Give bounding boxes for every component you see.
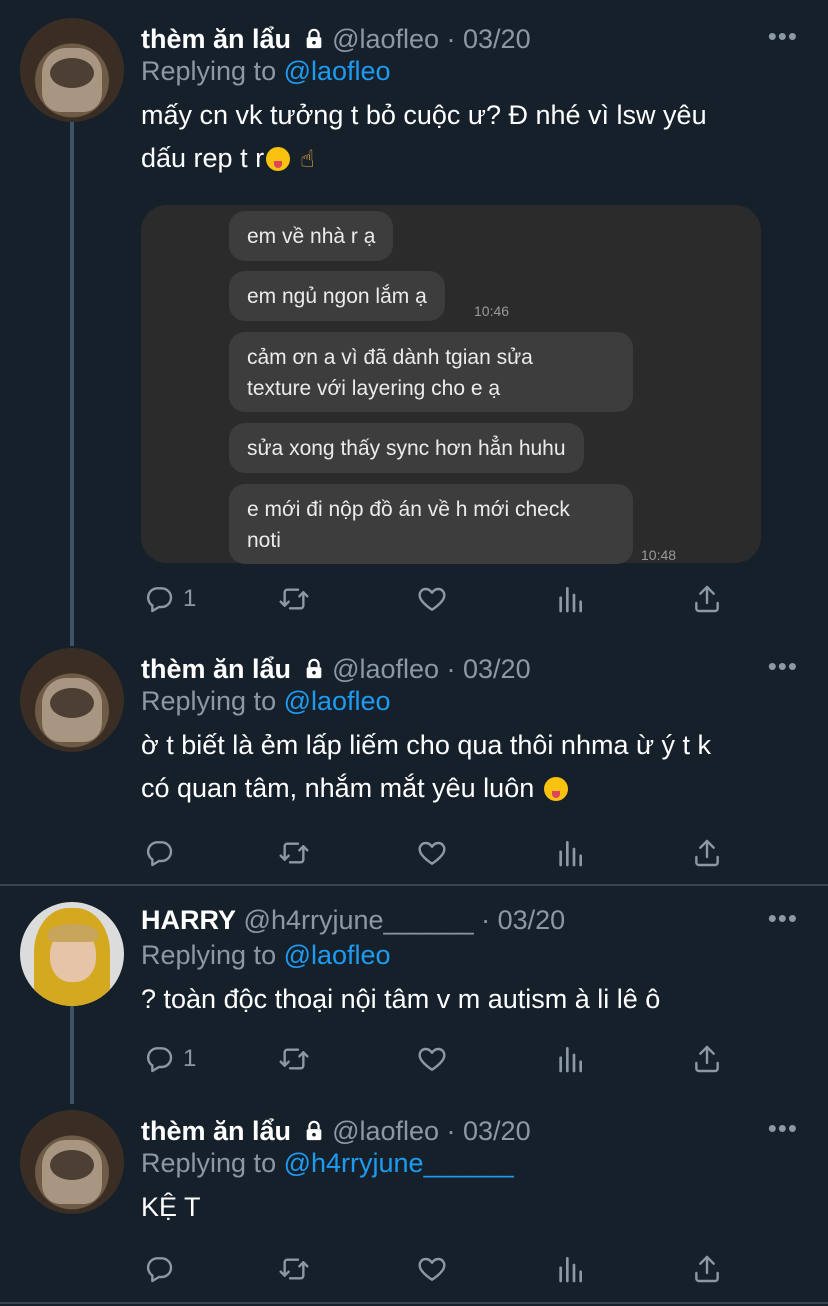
retweet-icon (278, 1043, 310, 1075)
display-name[interactable]: thèm ăn lẩu (141, 1116, 291, 1146)
share-button[interactable] (691, 1042, 723, 1076)
avatar[interactable] (20, 902, 124, 1006)
like-button[interactable] (416, 1042, 448, 1076)
mention-link[interactable]: @laofleo (284, 940, 391, 970)
divider (0, 884, 828, 886)
analytics-button[interactable] (554, 1042, 586, 1076)
analytics-icon (554, 1253, 586, 1285)
chat-bubble: em ngủ ngon lắm ạ (229, 271, 445, 321)
tweet-header: thèm ăn lẩu @laofleo · 03/20 (141, 22, 531, 56)
tweet-actions: 1 (141, 582, 741, 616)
reply-button[interactable] (143, 1252, 175, 1286)
replying-to: Replying to @laofleo (141, 686, 391, 716)
share-button[interactable] (691, 836, 723, 870)
like-icon (416, 583, 448, 615)
replying-to: Replying to @h4rryjune______ (141, 1148, 514, 1178)
more-icon[interactable]: ••• (768, 653, 798, 679)
like-icon (416, 837, 448, 869)
handle-date: @laofleo · 03/20 (332, 1116, 531, 1146)
chat-time: 10:48 (641, 547, 677, 563)
tweet-text: ? toàn độc thoại nội tâm v m autism à li… (141, 984, 661, 1014)
mention-link[interactable]: @h4rryjune______ (284, 1148, 514, 1178)
reply-icon (143, 1043, 175, 1075)
handle-date: @laofleo · 03/20 (332, 654, 531, 684)
reply-button[interactable] (143, 836, 175, 870)
avatar[interactable] (20, 18, 124, 122)
retweet-button[interactable] (278, 836, 310, 870)
reply-button[interactable]: 1 (143, 582, 196, 616)
tweet-actions (141, 1252, 741, 1286)
tweet-header: HARRY @h4rryjune______ · 03/20 (141, 903, 565, 937)
reply-button[interactable]: 1 (143, 1042, 196, 1076)
share-button[interactable] (691, 1252, 723, 1286)
retweet-button[interactable] (278, 582, 310, 616)
tweet-header: thèm ăn lẩu @laofleo · 03/20 (141, 1114, 531, 1148)
mention-link[interactable]: @laofleo (284, 686, 391, 716)
share-icon (691, 1043, 723, 1075)
reply-count: 1 (183, 1045, 197, 1072)
reply-count: 1 (183, 585, 197, 612)
thread-connector (70, 122, 74, 646)
share-button[interactable] (691, 582, 723, 616)
analytics-icon (554, 1043, 586, 1075)
tweet-actions (141, 836, 741, 870)
lock-icon (303, 1120, 325, 1142)
like-button[interactable] (416, 836, 448, 870)
retweet-icon (278, 583, 310, 615)
avatar[interactable] (20, 648, 124, 752)
analytics-button[interactable] (554, 1252, 586, 1286)
chat-bubble: sửa xong thấy sync hơn hẳn huhu (229, 423, 584, 473)
like-button[interactable] (416, 1252, 448, 1286)
reply-icon (143, 837, 175, 869)
attached-image[interactable]: em về nhà r ạ em ngủ ngon lắm ạ 10:46 cả… (141, 205, 761, 564)
analytics-icon (554, 837, 586, 869)
display-name[interactable]: HARRY (141, 905, 236, 935)
like-icon (416, 1253, 448, 1285)
analytics-button[interactable] (554, 836, 586, 870)
tweet-header: thèm ăn lẩu @laofleo · 03/20 (141, 652, 531, 686)
reply-icon (143, 1253, 175, 1285)
retweet-icon (278, 1253, 310, 1285)
share-icon (691, 583, 723, 615)
like-button[interactable] (416, 582, 448, 616)
reply-icon (143, 583, 175, 615)
tongue-emoji-icon (543, 777, 568, 801)
like-icon (416, 1043, 448, 1075)
pointing-up-emoji-icon: ☝ (300, 146, 315, 173)
tweet-text: ờ t biết là ẻm lấp liếm cho qua thôi nhm… (141, 730, 712, 803)
chat-bubble: e mới đi nộp đồ án về h mới check noti (229, 484, 633, 564)
retweet-button[interactable] (278, 1042, 310, 1076)
tweet-text: mấy cn vk tưởng t bỏ cuộc ư? Đ nhé vì ls… (141, 94, 791, 181)
chat-bubble: em về nhà r ạ (229, 211, 394, 261)
display-name[interactable]: thèm ăn lẩu (141, 654, 291, 684)
tongue-emoji-icon (266, 147, 291, 171)
tweet-actions: 1 (141, 1042, 741, 1076)
chat-time: 10:46 (474, 303, 510, 319)
replying-to: Replying to @laofleo (141, 56, 391, 86)
avatar[interactable] (20, 1110, 124, 1214)
more-icon[interactable]: ••• (768, 905, 798, 931)
share-icon (691, 837, 723, 869)
handle-date: @h4rryjune______ · 03/20 (243, 905, 566, 935)
mention-link[interactable]: @laofleo (284, 56, 391, 86)
more-icon[interactable]: ••• (768, 1115, 798, 1141)
share-icon (691, 1253, 723, 1285)
display-name[interactable]: thèm ăn lẩu (141, 24, 291, 54)
lock-icon (303, 28, 325, 50)
divider (0, 1302, 828, 1304)
retweet-icon (278, 837, 310, 869)
analytics-button[interactable] (554, 582, 586, 616)
lock-icon (303, 658, 325, 680)
more-icon[interactable]: ••• (768, 23, 798, 49)
tweet-text: KỆ T (141, 1192, 201, 1222)
thread-connector (70, 1004, 74, 1104)
analytics-icon (554, 583, 586, 615)
retweet-button[interactable] (278, 1252, 310, 1286)
chat-bubble: cảm ơn a vì đã dành tgian sửa texture với… (229, 332, 633, 412)
replying-to: Replying to @laofleo (141, 940, 391, 970)
handle-date: @laofleo · 03/20 (332, 24, 531, 54)
